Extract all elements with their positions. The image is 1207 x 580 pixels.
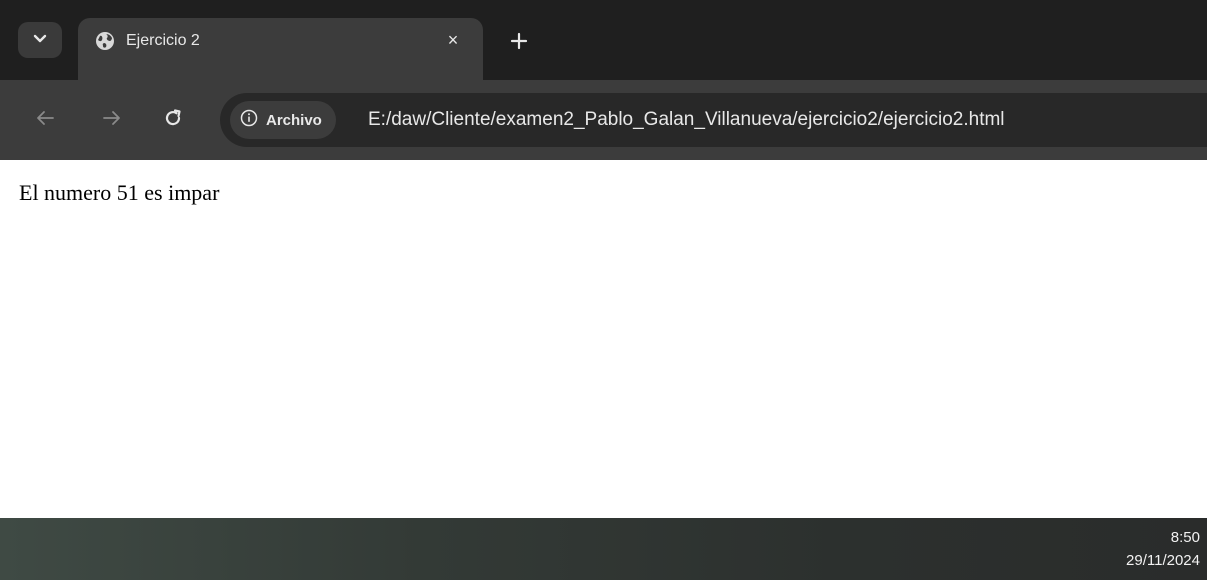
site-info-chip[interactable]: Archivo — [230, 101, 336, 139]
screen: Ejercicio 2 × Archivo E:/daw/Cliente/exa… — [0, 0, 1207, 580]
new-tab-button[interactable] — [504, 28, 534, 58]
address-bar[interactable]: Archivo E:/daw/Cliente/examen2_Pablo_Gal… — [220, 93, 1207, 147]
tab-strip: Ejercicio 2 × — [0, 0, 1207, 80]
info-icon — [240, 109, 258, 132]
reload-icon — [163, 108, 183, 133]
chevron-down-icon — [33, 31, 47, 49]
result-text: El numero 51 es impar — [19, 180, 220, 205]
reload-button[interactable] — [155, 102, 191, 138]
system-clock[interactable]: 8:50 29/11/2024 — [1126, 526, 1200, 572]
tab-close-icon[interactable]: × — [440, 27, 466, 53]
site-info-label: Archivo — [266, 111, 322, 129]
tab-title: Ejercicio 2 — [126, 32, 200, 49]
arrow-left-icon — [35, 109, 55, 132]
clock-time: 8:50 — [1170, 529, 1200, 546]
toolbar: Archivo E:/daw/Cliente/examen2_Pablo_Gal… — [0, 80, 1207, 160]
tab-search-button[interactable] — [18, 22, 62, 58]
arrow-right-icon — [102, 109, 122, 132]
back-button[interactable] — [27, 102, 63, 138]
taskbar: 8:50 29/11/2024 — [0, 518, 1207, 580]
forward-button[interactable] — [94, 102, 130, 138]
url-text[interactable]: E:/daw/Cliente/examen2_Pablo_Galan_Villa… — [368, 108, 1005, 132]
tab-active[interactable]: Ejercicio 2 × — [78, 18, 483, 80]
plus-icon — [510, 32, 528, 55]
globe-icon — [94, 30, 116, 52]
clock-date: 29/11/2024 — [1126, 552, 1200, 569]
page-content: El numero 51 es impar — [0, 160, 1207, 518]
